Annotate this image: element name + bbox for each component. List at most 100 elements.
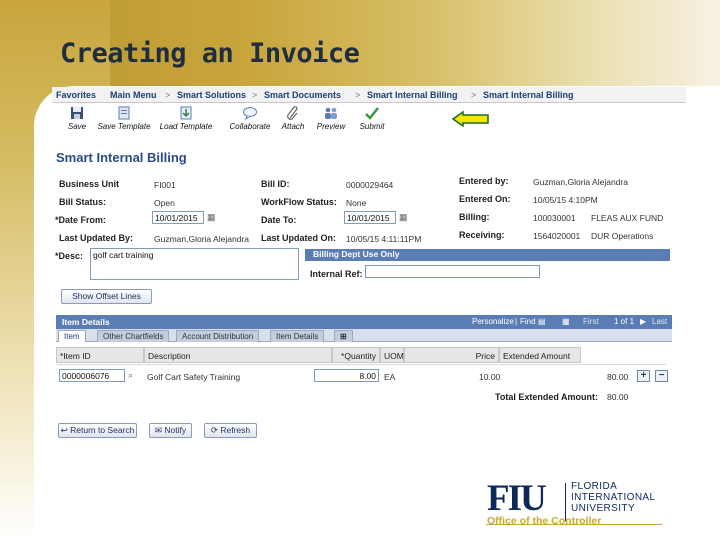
- desc-label: *Desc:: [55, 251, 84, 261]
- envelope-icon: ✉: [154, 425, 162, 435]
- yellow-arrow-icon: [452, 111, 489, 127]
- col-quantity: *Quantity: [332, 347, 380, 363]
- workflow-status-label: WorkFlow Status:: [261, 197, 337, 207]
- page-title: Smart Internal Billing: [56, 150, 187, 165]
- breadcrumb-smart-solutions[interactable]: Smart Solutions: [177, 90, 246, 100]
- price-value: 10.00: [479, 372, 501, 382]
- workflow-status-value: None: [346, 198, 367, 208]
- speech-bubble-icon: [243, 107, 257, 121]
- tab-other-chartfields[interactable]: Other Chartfields: [97, 330, 170, 342]
- load-template-icon: [180, 106, 192, 120]
- date-from-label: *Date From:: [55, 215, 107, 225]
- delete-row-button[interactable]: −: [655, 370, 668, 382]
- people-icon: [325, 107, 337, 119]
- item-id-input[interactable]: 0000006076: [59, 369, 125, 382]
- billing-label: Billing:: [459, 212, 490, 222]
- save-template-label: Save Template: [97, 122, 151, 131]
- desc-textarea[interactable]: golf cart training: [90, 248, 299, 280]
- col-price: Price: [404, 347, 499, 363]
- breadcrumb-smart-internal-billing[interactable]: Smart Internal Billing: [367, 90, 458, 100]
- tools-separator: |: [515, 317, 518, 326]
- item-details-header: Item Details Personalize | Find ▤ ▦ Firs…: [56, 315, 672, 329]
- item-details-title: Item Details: [62, 317, 110, 327]
- receiving-label: Receiving:: [459, 230, 505, 240]
- first-link[interactable]: First: [583, 317, 599, 326]
- next-icon[interactable]: ▶: [640, 317, 646, 326]
- notify-label: Notify: [164, 425, 187, 435]
- load-template-label: Load Template: [159, 122, 213, 131]
- save-template-button[interactable]: Save Template: [94, 105, 154, 131]
- breadcrumb-favorites[interactable]: Favorites: [56, 90, 96, 100]
- breadcrumb-current: Smart Internal Billing: [483, 90, 574, 100]
- billing-dept-header: Billing Dept Use Only: [305, 249, 670, 261]
- bill-status-value: Open: [154, 198, 175, 208]
- save-template-icon: [118, 106, 130, 120]
- load-template-button[interactable]: Load Template: [156, 105, 216, 131]
- refresh-label: Refresh: [220, 425, 251, 435]
- slide-title: Creating an Invoice: [60, 38, 360, 69]
- breadcrumb-separator: >: [471, 90, 477, 100]
- date-from-input[interactable]: 10/01/2015: [152, 211, 204, 224]
- return-to-search-label: Return to Search: [70, 425, 135, 435]
- breadcrumb-smart-documents[interactable]: Smart Documents: [264, 90, 341, 100]
- personalize-link[interactable]: Personalize: [472, 317, 514, 326]
- bill-status-label: Bill Status:: [59, 197, 107, 207]
- submit-label: Submit: [359, 122, 385, 131]
- submit-button[interactable]: Submit: [342, 105, 402, 131]
- breadcrumb-main-menu[interactable]: Main Menu: [110, 90, 157, 100]
- lookup-icon[interactable]: ⌕: [128, 370, 133, 381]
- tab-item-details[interactable]: Item Details: [270, 330, 325, 342]
- col-uom: UOM: [380, 347, 404, 363]
- last-link[interactable]: Last: [652, 317, 667, 326]
- col-item-id: *Item ID: [56, 347, 144, 363]
- internal-ref-label: Internal Ref:: [310, 269, 363, 279]
- notify-button[interactable]: ✉ Notify: [149, 423, 192, 438]
- total-extended-value: 80.00: [607, 392, 629, 402]
- row-separator: [56, 364, 666, 365]
- fiu-logo-mark: FIU: [487, 478, 547, 519]
- billing-desc: FLEAS AUX FUND: [591, 213, 664, 223]
- add-row-button[interactable]: +: [637, 370, 650, 382]
- disk-icon: [71, 107, 83, 119]
- download-icon[interactable]: ▦: [562, 317, 570, 326]
- return-to-search-button[interactable]: ↩ Return to Search: [58, 423, 137, 438]
- return-icon: ↩: [60, 425, 68, 435]
- business-unit-label: Business Unit: [59, 179, 120, 189]
- date-to-label: Date To:: [261, 215, 297, 225]
- office-of-controller: Office of the Controller: [487, 515, 602, 527]
- internal-ref-input[interactable]: [365, 265, 540, 278]
- grid-view-icon[interactable]: ▤: [538, 317, 546, 326]
- date-to-input[interactable]: 10/01/2015: [344, 211, 396, 224]
- business-unit-value: FI001: [154, 180, 176, 190]
- find-link[interactable]: Find: [520, 317, 536, 326]
- quantity-input[interactable]: 8.00: [314, 369, 379, 382]
- total-extended-label: Total Extended Amount:: [495, 392, 598, 402]
- tab-item[interactable]: Item: [58, 330, 86, 342]
- extended-value: 80.00: [607, 372, 629, 382]
- calendar-icon[interactable]: ▦: [399, 212, 408, 223]
- entered-by-label: Entered by:: [459, 176, 509, 186]
- bill-id-value: 0000029464: [346, 180, 394, 190]
- breadcrumb-separator: >: [165, 90, 171, 100]
- row-range: 1 of 1: [614, 317, 635, 326]
- logo-line-florida: FLORIDA: [571, 481, 618, 492]
- description-value: Golf Cart Safety Training: [147, 372, 241, 382]
- logo-line-university: UNIVERSITY: [571, 503, 636, 514]
- show-offset-lines-button[interactable]: Show Offset Lines: [61, 289, 152, 304]
- footer-line: [486, 524, 662, 525]
- refresh-button[interactable]: ⟳ Refresh: [204, 423, 257, 438]
- calendar-icon[interactable]: ▦: [207, 212, 216, 223]
- last-updated-on-label: Last Updated On:: [261, 233, 337, 243]
- receiving-desc: DUR Operations: [591, 231, 654, 241]
- entered-by-value: Guzman,Gloria Alejandra: [533, 177, 628, 187]
- show-all-columns-icon[interactable]: ⊞: [334, 330, 353, 342]
- entered-on-label: Entered On:: [459, 194, 511, 204]
- breadcrumb-separator: >: [252, 90, 258, 100]
- refresh-icon: ⟳: [210, 425, 218, 435]
- uom-value: EA: [384, 372, 396, 382]
- tab-account-distribution[interactable]: Account Distribution: [176, 330, 260, 342]
- paperclip-icon: [287, 106, 298, 120]
- breadcrumb: Favorites Main Menu > Smart Solutions > …: [52, 87, 686, 103]
- checkmark-icon: [365, 107, 379, 120]
- col-extended-amount: Extended Amount: [499, 347, 581, 363]
